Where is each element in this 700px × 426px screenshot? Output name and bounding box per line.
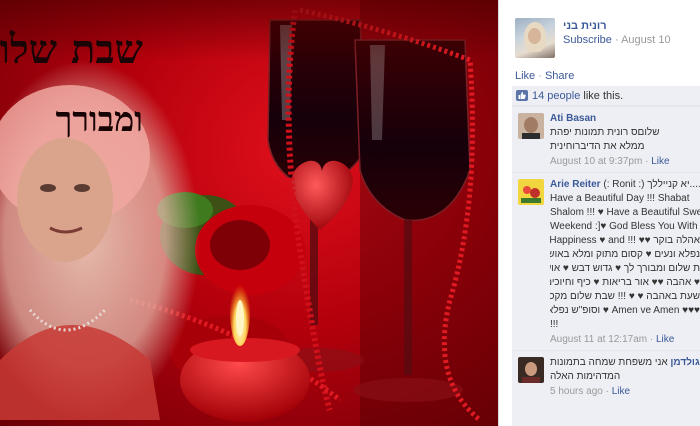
comment-meta: 5 hours ago · Like (550, 386, 631, 397)
comment-line: (: Ronit :) יא קנייללך.... (603, 179, 700, 190)
like-link[interactable]: Like (515, 70, 535, 82)
feedback-panel: 14 people like this. Ati Basan שלוםס רונ… (512, 86, 700, 426)
comment-line: אהלה בוקר ♥♥ !!! Happiness ♥ and (550, 235, 700, 246)
comment-time[interactable]: August 10 at 9:37pm (550, 156, 642, 167)
post-actions: Like · Share (515, 70, 574, 82)
comment-author[interactable]: Ati Basan (550, 113, 596, 124)
poster-avatar[interactable] (515, 18, 555, 58)
comment-time[interactable]: August 11 at 12:17am (550, 334, 647, 345)
comment-like-link[interactable]: Like (612, 386, 630, 397)
comment-line: !!! (550, 319, 559, 330)
comment-author[interactable]: לה גולדמן (670, 357, 700, 368)
comment-line: Have a Beautiful Day !!! Shabat (550, 193, 690, 204)
comment-line: ♥ אהבה ♥♥ אור בריאות ♥ כיף וחיוכים (550, 277, 700, 288)
comment-line: שעת באהבה ♥ ♥ !!! שבת שלום מקסימה (550, 291, 700, 302)
comment-item: Arie Reiter (: Ronit :) יא קנייללך.... H… (512, 172, 700, 350)
comment-text: Ati Basan שלוםס רונית תמונות יפהת ממלא א… (550, 112, 700, 154)
comment-like-link[interactable]: Like (651, 156, 669, 167)
comment-line: Shalom !!! ♥ Have a Beautiful Sweet (550, 207, 700, 218)
likes-suffix: like this. (580, 90, 624, 102)
share-link[interactable]: Share (545, 70, 574, 82)
comment-time[interactable]: 5 hours ago (550, 386, 603, 397)
comment-text: לה גולדמן אני משפחת שמחה בתמונות המדהימו… (550, 356, 700, 384)
poster-name[interactable]: רונית בני (563, 20, 607, 32)
comment-meta: August 11 at 12:17am · Like (550, 334, 675, 345)
commenter-avatar[interactable] (518, 357, 544, 383)
comment-line: שלוםס רונית תמונות יפהת (550, 127, 660, 138)
commenter-avatar[interactable] (518, 179, 544, 205)
comment-like-link[interactable]: Like (656, 334, 674, 345)
photo-caption-line2: ומבורך (55, 100, 143, 140)
comment-line: ממלא את הדיברוחינית (550, 141, 645, 152)
poster-meta: Subscribe · August 10 (563, 34, 671, 46)
photo-viewer[interactable]: שבת שלום ומבורך (0, 0, 498, 426)
comment-line: ♥♥♥ Amen ve Amen ♥ וסופ"ש נפלא (550, 305, 700, 316)
comment-line: אני משפחת שמחה בתמונות (550, 357, 668, 368)
comment-line: ת שלום ומבורך לך ♥ גדוש דבש ♥ אושר ♥ (550, 263, 700, 274)
comment-meta: August 10 at 9:37pm · Like (550, 156, 670, 167)
comment-line: נפלא ונעים ♥ קסום מתוק ומלא באושר ♥ (550, 249, 700, 260)
likes-summary: 14 people like this. (512, 86, 700, 106)
comment-item: לה גולדמן אני משפחת שמחה בתמונות המדהימו… (512, 350, 700, 402)
likes-count-link[interactable]: 14 people (532, 90, 580, 102)
commenter-avatar[interactable] (518, 113, 544, 139)
photo-caption-line1: שבת שלום (0, 26, 143, 73)
post-date[interactable]: August 10 (621, 34, 671, 46)
comment-text: Arie Reiter (: Ronit :) יא קנייללך.... H… (550, 178, 700, 332)
comment-item: Ati Basan שלוםס רונית תמונות יפהת ממלא א… (512, 106, 700, 172)
thumbs-up-icon (516, 90, 528, 101)
comment-line: המדהימות האלה (550, 371, 621, 382)
comment-author[interactable]: Arie Reiter (550, 179, 601, 190)
subscribe-link[interactable]: Subscribe (563, 34, 612, 46)
action-separator: · (535, 70, 545, 82)
comment-line: Weekend :]♥ God Bless You With Joy (550, 221, 700, 232)
meta-separator: · (611, 34, 622, 46)
